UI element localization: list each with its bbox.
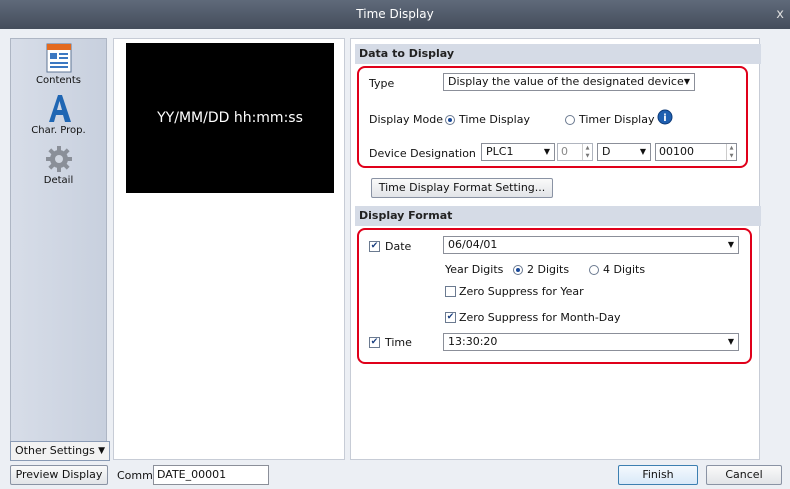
time-preview: YY/MM/DD hh:mm:ss — [126, 43, 334, 193]
dialog-window: Contents Char. Prop. Detail Other Settin… — [0, 29, 790, 489]
time-label: Time — [385, 336, 412, 349]
device-plc-value: PLC1 — [486, 145, 514, 158]
preview-display-label: Preview Display — [15, 468, 103, 481]
finish-button[interactable]: Finish — [618, 465, 698, 485]
zero-suppress-month-day-checkbox[interactable]: ✔ — [445, 312, 456, 323]
time-checkbox[interactable]: ✔ — [369, 337, 380, 348]
device-station-value: 0 — [561, 145, 568, 158]
finish-label: Finish — [642, 468, 674, 481]
device-address-value: 00100 — [659, 145, 694, 158]
date-format-select[interactable]: 06/04/01 ▼ — [443, 236, 739, 254]
time-display-format-setting-button[interactable]: Time Display Format Setting... — [371, 178, 553, 198]
chevron-down-icon: ▼ — [543, 147, 550, 156]
date-checkbox[interactable]: ✔ — [369, 241, 380, 252]
svg-text:i: i — [663, 113, 666, 124]
window-title: Time Display — [356, 7, 434, 21]
year-digits-label: Year Digits — [445, 263, 504, 276]
chevron-down-icon: ▼ — [727, 240, 734, 249]
type-select[interactable]: Display the value of the designated devi… — [443, 73, 695, 91]
year-2-digits-radio[interactable] — [513, 265, 523, 275]
format-button-label: Time Display Format Setting... — [378, 181, 546, 194]
comm-value: DATE_00001 — [157, 468, 227, 481]
device-address-spinner[interactable]: 00100 ▲ ▼ — [655, 143, 737, 161]
year-2-digits-label: 2 Digits — [527, 263, 570, 276]
cancel-button[interactable]: Cancel — [706, 465, 782, 485]
sidebar-item-label: Detail — [43, 175, 74, 186]
time-format-value: 13:30:20 — [448, 335, 498, 348]
other-settings-label: Other Settings — [15, 444, 95, 457]
chevron-down-icon: ▼ — [683, 77, 690, 86]
spinner-arrows-icon: ▲ ▼ — [726, 144, 736, 160]
time-display-radio-label: Time Display — [459, 113, 530, 126]
timer-display-radio-label: Timer Display — [579, 113, 655, 126]
zero-suppress-month-day-label: Zero Suppress for Month-Day — [459, 311, 621, 324]
zero-suppress-year-label: Zero Suppress for Year — [459, 285, 584, 298]
sidebar-item-contents[interactable]: Contents — [11, 43, 106, 86]
type-label: Type — [369, 77, 395, 90]
detail-gear-icon — [45, 146, 72, 172]
settings-panel: Data to Display Type Display the value o… — [350, 38, 761, 460]
device-type-select[interactable]: D ▼ — [597, 143, 651, 161]
spinner-arrows-icon: ▲ ▼ — [582, 144, 592, 160]
time-display-radio[interactable] — [445, 115, 455, 125]
device-type-value: D — [602, 145, 611, 158]
date-format-value: 06/04/01 — [448, 238, 498, 251]
device-designation-label: Device Designation — [369, 147, 476, 160]
timer-display-radio[interactable] — [565, 115, 575, 125]
year-4-digits-label: 4 Digits — [603, 263, 646, 276]
date-label: Date — [385, 240, 412, 253]
chevron-down-icon: ▼ — [639, 147, 646, 156]
other-settings-button[interactable]: Other Settings ▼ — [10, 441, 110, 461]
sidebar-item-label: Char. Prop. — [31, 125, 86, 136]
sidebar-item-detail[interactable]: Detail — [11, 145, 106, 186]
type-value: Display the value of the designated devi… — [448, 75, 684, 88]
close-button[interactable]: x — [776, 0, 784, 29]
comm-input[interactable]: DATE_00001 — [153, 465, 269, 485]
device-station-spinner[interactable]: 0 ▲ ▼ — [557, 143, 593, 161]
display-mode-label: Display Mode — [369, 113, 444, 126]
device-plc-select[interactable]: PLC1 ▼ — [481, 143, 555, 161]
sidebar-item-char-prop[interactable]: Char. Prop. — [11, 93, 106, 136]
preview-area: YY/MM/DD hh:mm:ss — [113, 38, 345, 460]
time-format-select[interactable]: 13:30:20 ▼ — [443, 333, 739, 351]
contents-icon — [46, 43, 71, 73]
sidebar: Contents Char. Prop. Detail — [10, 38, 107, 460]
preview-text: YY/MM/DD hh:mm:ss — [157, 110, 303, 126]
section-header-data-to-display: Data to Display — [355, 44, 761, 64]
bottom-bar: Preview Display Comm DATE_00001 Finish C… — [0, 463, 790, 489]
char-prop-icon — [48, 95, 71, 122]
sidebar-item-label: Contents — [36, 75, 81, 86]
comm-label: Comm — [117, 469, 153, 482]
year-4-digits-radio[interactable] — [589, 265, 599, 275]
chevron-down-icon: ▼ — [727, 337, 734, 346]
title-bar: Time Display x — [0, 0, 790, 29]
preview-display-button[interactable]: Preview Display — [10, 465, 108, 485]
section-header-display-format: Display Format — [355, 206, 761, 226]
info-icon[interactable]: i — [657, 109, 673, 125]
chevron-down-icon: ▼ — [98, 446, 105, 456]
cancel-label: Cancel — [725, 468, 763, 481]
zero-suppress-year-checkbox[interactable] — [445, 286, 456, 297]
